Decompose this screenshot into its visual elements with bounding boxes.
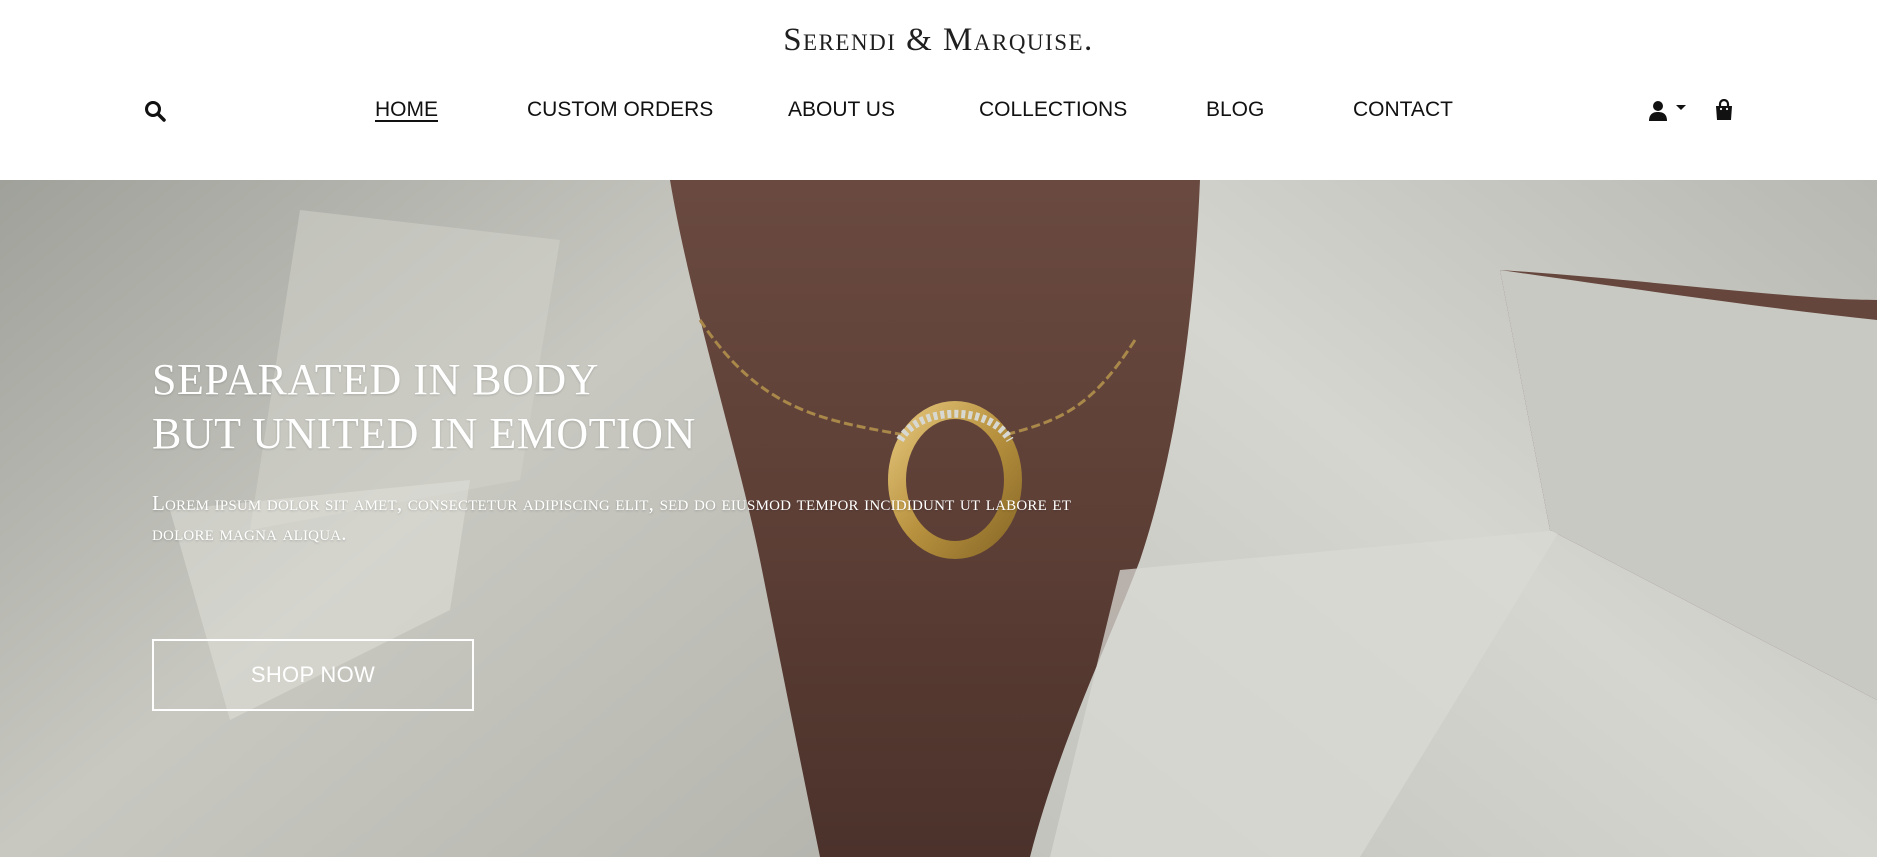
account-menu[interactable] (1648, 100, 1687, 127)
nav-item-about-us[interactable]: ABOUT US (788, 98, 895, 122)
shopping-bag-icon[interactable] (1714, 98, 1734, 126)
hero-banner: SEPARATED IN BODY BUT UNITED IN EMOTION … (0, 180, 1877, 857)
nav-item-custom-orders[interactable]: CUSTOM ORDERS (527, 98, 713, 122)
shop-now-label: SHOP NOW (250, 662, 376, 687)
brand-logo[interactable]: Serendi & Marquise. (0, 22, 1877, 59)
main-nav: HOME CUSTOM ORDERS ABOUT US COLLECTIONS … (0, 98, 1877, 128)
nav-item-collections[interactable]: COLLECTIONS (979, 98, 1127, 122)
hero-title: SEPARATED IN BODY BUT UNITED IN EMOTION (152, 353, 696, 461)
caret-down-icon (1675, 100, 1687, 118)
user-icon (1648, 100, 1668, 127)
shop-now-button[interactable]: SHOP NOW (152, 639, 474, 711)
nav-item-home[interactable]: HOME (375, 98, 438, 122)
site-header: Serendi & Marquise. HOME CUSTOM ORDERS A… (0, 0, 1877, 180)
hero-title-line-1: SEPARATED IN BODY (152, 355, 599, 404)
hero-title-line-2: BUT UNITED IN EMOTION (152, 409, 696, 458)
nav-item-blog[interactable]: BLOG (1206, 98, 1264, 122)
nav-item-contact[interactable]: CONTACT (1353, 98, 1453, 122)
hero-subtitle: Lorem ipsum dolor sit amet, consectetur … (152, 491, 1072, 545)
search-icon[interactable] (144, 100, 166, 127)
